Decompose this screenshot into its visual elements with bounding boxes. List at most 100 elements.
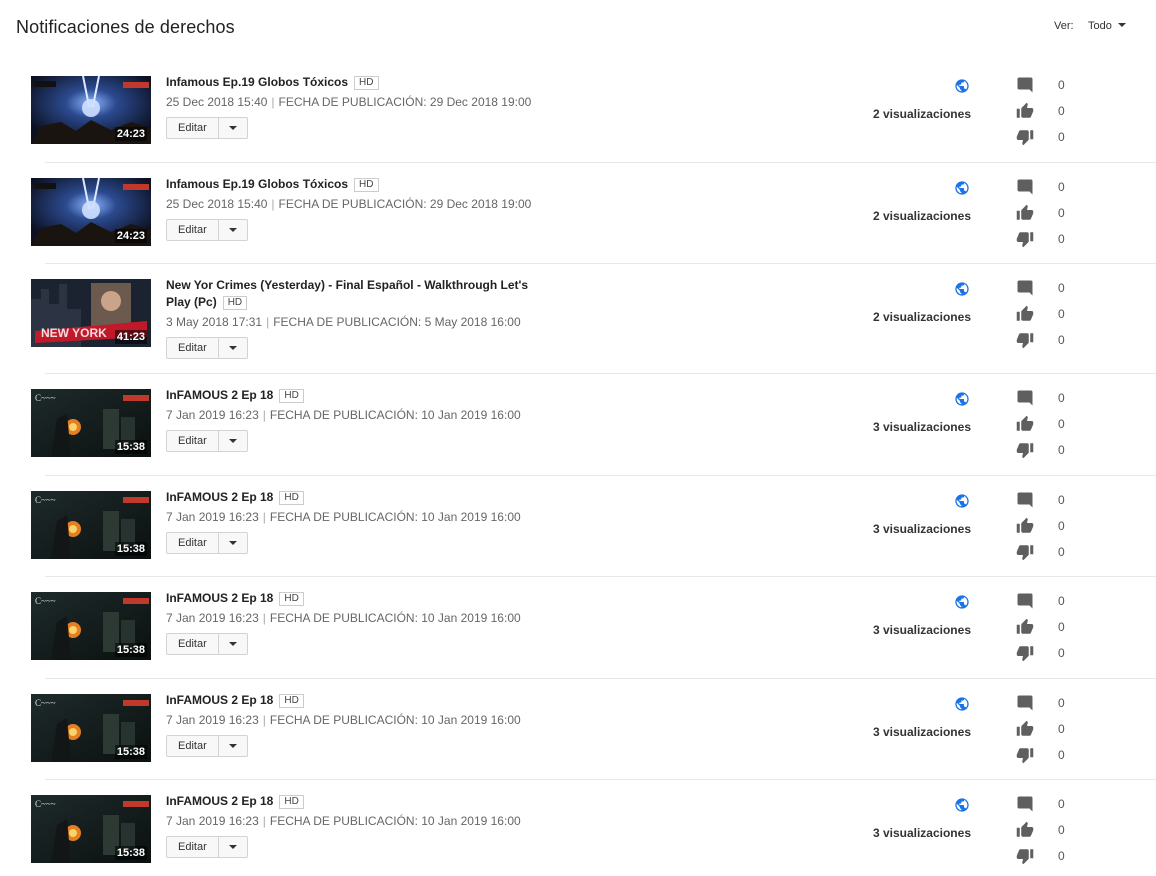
upload-date: 7 Jan 2019 16:23 bbox=[166, 814, 259, 828]
publish-date: FECHA DE PUBLICACIÓN: 29 Dec 2018 19:00 bbox=[278, 95, 532, 109]
edit-button[interactable]: Editar bbox=[166, 337, 219, 359]
likes-stat: 0 bbox=[1016, 102, 1076, 120]
row-separator bbox=[45, 263, 1156, 264]
edit-button-group: Editar bbox=[166, 117, 248, 139]
row-separator bbox=[45, 576, 1156, 577]
view-filter-select[interactable]: Todo bbox=[1088, 20, 1126, 32]
edit-button[interactable]: Editar bbox=[166, 219, 219, 241]
comment-count: 0 bbox=[1058, 493, 1065, 507]
video-info: Infamous Ep.19 Globos Tóxicos HD 25 Dec 2… bbox=[166, 74, 546, 139]
video-title: InFAMOUS 2 Ep 18 HD bbox=[166, 590, 546, 607]
likes-stat: 0 bbox=[1016, 415, 1076, 433]
video-title-link[interactable]: InFAMOUS 2 Ep 18 bbox=[166, 693, 273, 707]
upload-date: 25 Dec 2018 15:40 bbox=[166, 197, 268, 211]
video-info: InFAMOUS 2 Ep 18 HD 7 Jan 2019 16:23 | FECH… bbox=[166, 489, 546, 554]
globe-icon[interactable] bbox=[954, 493, 970, 509]
upload-date: 3 May 2018 17:31 bbox=[166, 315, 263, 329]
edit-dropdown-button[interactable] bbox=[218, 117, 248, 139]
video-dates: 25 Dec 2018 15:40 | FECHA DE PUBLICACIÓN: … bbox=[166, 95, 546, 110]
globe-icon[interactable] bbox=[954, 78, 970, 94]
video-dates: 25 Dec 2018 15:40 | FECHA DE PUBLICACIÓN: … bbox=[166, 197, 546, 212]
edit-dropdown-button[interactable] bbox=[218, 735, 248, 757]
video-thumbnail[interactable]: C~~~ 15:38 bbox=[31, 694, 151, 762]
edit-button[interactable]: Editar bbox=[166, 633, 219, 655]
svg-text:C~~~: C~~~ bbox=[35, 596, 56, 606]
caret-down-icon bbox=[1117, 23, 1126, 27]
edit-dropdown-button[interactable] bbox=[218, 430, 248, 452]
edit-dropdown-button[interactable] bbox=[218, 337, 248, 359]
publish-date: FECHA DE PUBLICACIÓN: 10 Jan 2019 16:00 bbox=[269, 408, 521, 422]
video-thumbnail[interactable]: 24:23 bbox=[31, 178, 151, 246]
meta-divider: | bbox=[271, 95, 275, 109]
video-duration: 24:23 bbox=[114, 127, 147, 141]
video-duration: 24:23 bbox=[114, 229, 147, 243]
like-count: 0 bbox=[1058, 722, 1065, 736]
video-thumbnail[interactable]: C~~~ 15:38 bbox=[31, 491, 151, 559]
upload-date: 7 Jan 2019 16:23 bbox=[166, 510, 259, 524]
dislikes-stat: 0 bbox=[1016, 746, 1076, 764]
comment-count: 0 bbox=[1058, 696, 1065, 710]
video-title-link[interactable]: InFAMOUS 2 Ep 18 bbox=[166, 388, 273, 402]
hd-badge: HD bbox=[222, 296, 248, 310]
comment-count: 0 bbox=[1058, 78, 1065, 92]
video-title-link[interactable]: Infamous Ep.19 Globos Tóxicos bbox=[166, 75, 348, 89]
meta-divider: | bbox=[262, 814, 266, 828]
meta-divider: | bbox=[266, 315, 270, 329]
dislikes-stat: 0 bbox=[1016, 441, 1076, 459]
edit-button-group: Editar bbox=[166, 219, 248, 241]
edit-button[interactable]: Editar bbox=[166, 117, 219, 139]
video-thumbnail[interactable]: 24:23 bbox=[31, 76, 151, 144]
video-thumbnail[interactable]: C~~~ 15:38 bbox=[31, 389, 151, 457]
edit-button-group: Editar bbox=[166, 836, 248, 858]
meta-divider: | bbox=[271, 197, 275, 211]
video-title-link[interactable]: Infamous Ep.19 Globos Tóxicos bbox=[166, 177, 348, 191]
edit-button-group: Editar bbox=[166, 532, 248, 554]
upload-date: 7 Jan 2019 16:23 bbox=[166, 611, 259, 625]
edit-button[interactable]: Editar bbox=[166, 836, 219, 858]
likes-stat: 0 bbox=[1016, 720, 1076, 738]
view-count: 2 visualizaciones bbox=[872, 310, 971, 324]
meta-divider: | bbox=[262, 713, 266, 727]
dislike-count: 0 bbox=[1058, 646, 1065, 660]
like-count: 0 bbox=[1058, 620, 1065, 634]
globe-icon[interactable] bbox=[954, 594, 970, 610]
globe-icon[interactable] bbox=[954, 180, 970, 196]
edit-button[interactable]: Editar bbox=[166, 430, 219, 452]
video-thumbnail[interactable]: C~~~ 15:38 bbox=[31, 592, 151, 660]
dislikes-stat: 0 bbox=[1016, 543, 1076, 561]
video-title-link[interactable]: InFAMOUS 2 Ep 18 bbox=[166, 490, 273, 504]
hd-badge: HD bbox=[354, 178, 379, 192]
video-dates: 3 May 2018 17:31 | FECHA DE PUBLICACIÓN: 5… bbox=[166, 315, 546, 330]
view-count: 2 visualizaciones bbox=[872, 209, 971, 223]
hd-badge: HD bbox=[279, 694, 304, 708]
svg-text:NEW YORK: NEW YORK bbox=[41, 326, 107, 340]
edit-dropdown-button[interactable] bbox=[218, 219, 248, 241]
edit-dropdown-button[interactable] bbox=[218, 633, 248, 655]
video-duration: 15:38 bbox=[114, 440, 147, 454]
video-info: New Yor Crimes (Yesterday) - Final Españ… bbox=[166, 277, 546, 359]
edit-dropdown-button[interactable] bbox=[218, 836, 248, 858]
row-separator bbox=[45, 779, 1156, 780]
edit-button[interactable]: Editar bbox=[166, 735, 219, 757]
like-count: 0 bbox=[1058, 104, 1065, 118]
globe-icon[interactable] bbox=[954, 391, 970, 407]
dislike-count: 0 bbox=[1058, 130, 1065, 144]
video-title-link[interactable]: InFAMOUS 2 Ep 18 bbox=[166, 591, 273, 605]
edit-dropdown-button[interactable] bbox=[218, 532, 248, 554]
comment-count: 0 bbox=[1058, 281, 1065, 295]
edit-button[interactable]: Editar bbox=[166, 532, 219, 554]
video-title-link[interactable]: New Yor Crimes (Yesterday) - Final Españ… bbox=[166, 278, 528, 309]
publish-date: FECHA DE PUBLICACIÓN: 29 Dec 2018 19:00 bbox=[278, 197, 532, 211]
hd-badge: HD bbox=[354, 76, 379, 90]
video-thumbnail[interactable]: C~~~ 15:38 bbox=[31, 795, 151, 863]
edit-button-group: Editar bbox=[166, 430, 248, 452]
globe-icon[interactable] bbox=[954, 797, 970, 813]
video-thumbnail[interactable]: NEW YORK 41:23 bbox=[31, 279, 151, 347]
globe-icon[interactable] bbox=[954, 696, 970, 712]
video-info: InFAMOUS 2 Ep 18 HD 7 Jan 2019 16:23 | FECH… bbox=[166, 692, 546, 757]
dislikes-stat: 0 bbox=[1016, 847, 1076, 865]
dislike-count: 0 bbox=[1058, 443, 1065, 457]
globe-icon[interactable] bbox=[954, 281, 970, 297]
video-title-link[interactable]: InFAMOUS 2 Ep 18 bbox=[166, 794, 273, 808]
dislike-count: 0 bbox=[1058, 849, 1065, 863]
